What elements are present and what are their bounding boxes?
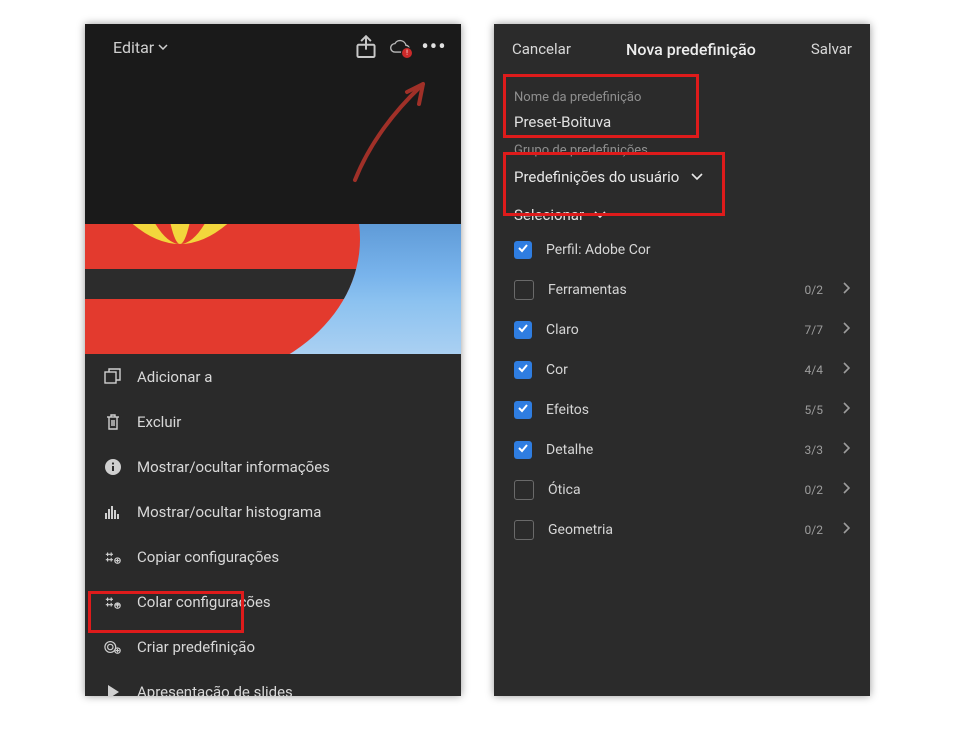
cloud-error-icon[interactable]: ! [389,36,411,58]
menu-item-label: Apresentação de slides [137,683,293,697]
menu-item-info[interactable]: Mostrar/ocultar informações [85,444,461,489]
balloon-illustration [85,224,365,354]
dialog-title: Nova predefinição [626,40,756,59]
preset-group-field[interactable]: Grupo de predefinições Predefinições do … [494,137,870,196]
photo-preview [85,224,461,354]
checkbox[interactable] [514,280,534,300]
copy-settings-icon [103,547,123,567]
more-icon[interactable]: ••• [423,36,445,58]
save-button[interactable]: Salvar [811,40,852,58]
cancel-button[interactable]: Cancelar [512,40,571,58]
option-label: Claro [546,322,791,338]
option-row[interactable]: Cor 4/4 [502,350,862,390]
chevron-down-icon [691,173,703,181]
chevron-down-icon [594,211,606,219]
option-count: 7/7 [805,323,823,337]
preset-group-label: Grupo de predefinições [514,143,850,158]
mode-label: Editar [113,38,154,57]
preset-group-value: Predefinições do usuário [514,168,679,186]
option-row[interactable]: Ferramentas 0/2 [502,270,862,310]
menu-item-delete[interactable]: Excluir [85,399,461,444]
menu-item-add-to[interactable]: Adicionar a [85,354,461,399]
select-all-dropdown[interactable]: Selecionar [494,196,870,230]
preset-name-value: Preset-Boituva [514,113,850,131]
chevron-right-icon[interactable] [843,282,850,298]
option-count: 4/4 [805,363,823,377]
option-count: 5/5 [805,403,823,417]
menu-item-label: Colar configurações [137,593,271,611]
share-icon[interactable] [355,36,377,58]
chevron-right-icon[interactable] [843,442,850,458]
option-row[interactable]: Detalhe 3/3 [502,430,862,470]
info-icon [103,457,123,477]
preset-name-label: Nome da predefinição [514,90,850,105]
context-menu: Adicionar a Excluir Mostrar/ocultar info… [85,354,461,696]
add-to-icon [103,367,123,387]
option-row[interactable]: Efeitos 5/5 [502,390,862,430]
preset-name-field[interactable]: Nome da predefinição Preset-Boituva [494,84,870,137]
left-screen: Editar ! ••• [85,24,461,696]
menu-item-label: Criar predefinição [137,638,255,656]
options-list: Perfil: Adobe CorFerramentas0/2Claro7/7C… [494,230,870,550]
option-count: 3/3 [805,443,823,457]
chevron-right-icon[interactable] [843,482,850,498]
checkbox[interactable] [514,241,532,259]
chevron-right-icon[interactable] [843,362,850,378]
checkbox[interactable] [514,401,532,419]
menu-item-label: Adicionar a [137,368,212,386]
left-header: Editar ! ••• [85,24,461,70]
histogram-icon [103,502,123,522]
menu-item-label: Mostrar/ocultar histograma [137,503,321,521]
right-screen: Cancelar Nova predefinição Salvar Nome d… [494,24,870,696]
menu-item-create-preset[interactable]: Criar predefinição [85,624,461,669]
checkbox[interactable] [514,321,532,339]
option-row[interactable]: Geometria 0/2 [502,510,862,550]
mode-dropdown[interactable]: Editar [113,38,168,57]
option-label: Efeitos [546,402,791,418]
menu-item-label: Mostrar/ocultar informações [137,458,330,476]
menu-item-slideshow[interactable]: Apresentação de slides [85,669,461,696]
menu-item-copy-settings[interactable]: Copiar configurações [85,534,461,579]
checkbox[interactable] [514,441,532,459]
option-label: Ótica [548,482,791,498]
error-badge: ! [401,47,413,59]
menu-item-paste-settings[interactable]: Colar configurações [85,579,461,624]
option-label: Ferramentas [548,282,791,298]
select-label: Selecionar [514,206,584,224]
checkbox[interactable] [514,480,534,500]
option-row[interactable]: Claro 7/7 [502,310,862,350]
menu-item-label: Excluir [137,413,181,431]
right-header: Cancelar Nova predefinição Salvar [494,24,870,74]
option-row[interactable]: Ótica 0/2 [502,470,862,510]
annotation-arrow [325,70,445,190]
checkbox[interactable] [514,361,532,379]
menu-item-label: Copiar configurações [137,548,279,566]
paste-settings-icon [103,592,123,612]
option-label: Detalhe [546,442,791,458]
option-count: 0/2 [805,483,823,497]
option-count: 0/2 [805,283,823,297]
chevron-right-icon[interactable] [843,402,850,418]
chevron-right-icon[interactable] [843,322,850,338]
chevron-down-icon [158,44,168,50]
option-label: Cor [546,362,791,378]
checkbox[interactable] [514,520,534,540]
option-row[interactable]: Perfil: Adobe Cor [502,230,862,270]
menu-item-histogram[interactable]: Mostrar/ocultar histograma [85,489,461,534]
play-icon [103,682,123,697]
preset-icon [103,637,123,657]
chevron-right-icon[interactable] [843,522,850,538]
option-count: 0/2 [805,523,823,537]
trash-icon [103,412,123,432]
option-label: Geometria [548,522,791,538]
option-label: Perfil: Adobe Cor [546,242,850,258]
